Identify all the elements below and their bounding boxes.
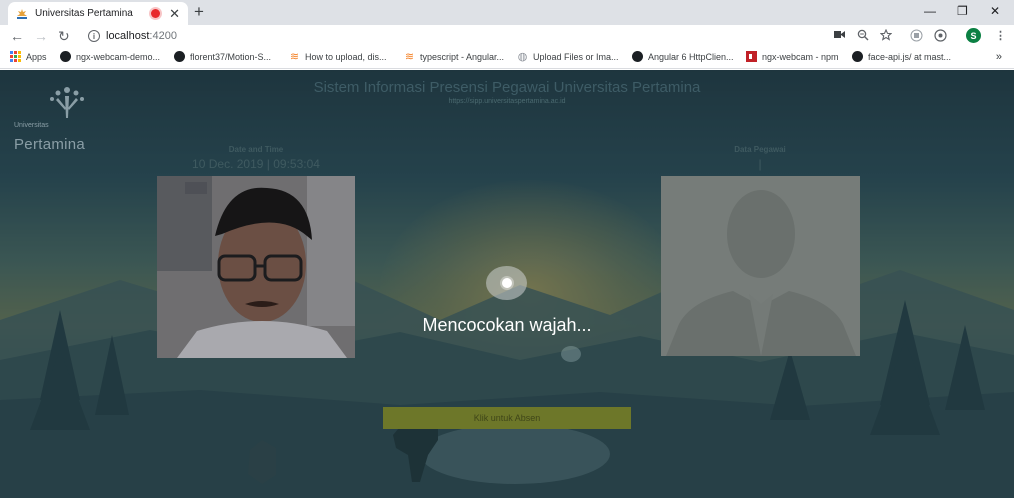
url-host: localhost: [106, 30, 150, 42]
bookmark-motion-s[interactable]: florent37/Motion-S...: [174, 51, 271, 62]
stackoverflow-icon: ≋: [289, 51, 300, 63]
loading-indicator-dot: [561, 346, 581, 362]
bookmarks-overflow-button[interactable]: »: [996, 51, 1002, 63]
bookmark-how-to-upload[interactable]: ≋ How to upload, dis...: [289, 51, 387, 63]
bookmark-label: Angular 6 HttpClien...: [648, 51, 734, 62]
info-icon[interactable]: i: [88, 30, 100, 42]
absen-button[interactable]: Klik untuk Absen: [383, 407, 631, 429]
bookmark-typescript-angular[interactable]: ≋ typescript - Angular...: [404, 51, 505, 63]
page-viewport: Universitas Pertamina Sistem Informasi P…: [0, 70, 1014, 498]
globe-icon: ◍: [517, 51, 528, 63]
extension-icon[interactable]: [934, 29, 947, 46]
bookmark-angular-httpclient[interactable]: Angular 6 HttpClien...: [632, 51, 734, 62]
bookmark-ngx-webcam-npm[interactable]: ngx-webcam - npm: [746, 51, 839, 62]
bookmark-apps[interactable]: Apps: [10, 51, 47, 62]
datetime-label: Date and Time: [228, 145, 284, 154]
medium-icon: [632, 51, 643, 62]
datetime-value: 10 Dec. 2019 | 09:53:04: [192, 157, 320, 171]
employee-data-label: Data Pegawai: [734, 145, 786, 154]
bookmark-label: Apps: [26, 51, 47, 62]
bookmark-label: ngx-webcam - npm: [762, 51, 839, 62]
loading-message: Mencocokan wajah...: [422, 315, 592, 335]
tab-universitas-pertamina[interactable]: Universitas Pertamina ✕: [8, 2, 188, 25]
bookmark-label: How to upload, dis...: [305, 51, 387, 62]
url-port: :4200: [149, 30, 177, 42]
tab-close-icon[interactable]: ✕: [169, 7, 180, 20]
minimize-button[interactable]: —: [924, 3, 936, 19]
recording-icon: [151, 9, 161, 18]
browser-toolbar: ← → ↻ i localhost:4200 S ⋮: [0, 25, 1014, 47]
back-button[interactable]: ←: [10, 26, 24, 46]
restore-button[interactable]: ❐: [957, 3, 968, 19]
reload-button[interactable]: ↻: [58, 26, 70, 46]
github-icon: [60, 51, 71, 62]
camera-icon[interactable]: [834, 29, 845, 43]
github-icon: [852, 51, 863, 62]
bookmark-label: face-api.js/ at mast...: [868, 51, 952, 62]
browser-window: Universitas Pertamina ✕ + — ❐ ✕ ← → ↻ i …: [0, 0, 1014, 498]
address-bar[interactable]: i localhost:4200: [82, 26, 822, 46]
window-close-button[interactable]: ✕: [990, 3, 1000, 19]
extension-icon[interactable]: [910, 29, 923, 46]
bookmark-upload-files[interactable]: ◍ Upload Files or Ima...: [517, 51, 619, 63]
employee-data-value: |: [758, 157, 762, 171]
bookmark-label: typescript - Angular...: [420, 51, 505, 62]
npm-icon: [746, 51, 757, 62]
bookmark-label: ngx-webcam-demo...: [76, 51, 161, 62]
apps-icon: [10, 51, 21, 62]
profile-avatar[interactable]: S: [966, 28, 981, 43]
github-icon: [174, 51, 185, 62]
new-tab-button[interactable]: +: [194, 3, 204, 20]
bookmarks-bar: Apps ngx-webcam-demo... florent37/Motion…: [0, 47, 1014, 69]
page-title: Sistem Informasi Presensi Pegawai Univer…: [313, 79, 701, 96]
logo-text-main: Pertamina: [14, 136, 86, 153]
page-subtitle-url: https://sipp.universitaspertamina.ac.id: [448, 98, 566, 105]
menu-icon[interactable]: ⋮: [995, 29, 1006, 43]
logo-text-top: Universitas: [14, 122, 49, 129]
bookmark-label: florent37/Motion-S...: [190, 51, 272, 62]
bookmark-label: Upload Files or Ima...: [533, 51, 619, 62]
forward-button[interactable]: →: [34, 26, 48, 46]
bookmark-ngx-webcam-demo[interactable]: ngx-webcam-demo...: [60, 51, 160, 62]
stackoverflow-icon: ≋: [404, 51, 415, 63]
tab-title: Universitas Pertamina: [35, 8, 133, 19]
loading-spinner: [486, 266, 527, 300]
spinner-dot-icon: [501, 278, 512, 288]
university-favicon-icon: [16, 8, 28, 20]
bookmark-face-api[interactable]: face-api.js/ at mast...: [852, 51, 951, 62]
zoom-icon[interactable]: [857, 29, 869, 45]
tab-strip: Universitas Pertamina ✕ + — ❐ ✕: [0, 0, 1014, 25]
star-icon[interactable]: [879, 28, 893, 45]
